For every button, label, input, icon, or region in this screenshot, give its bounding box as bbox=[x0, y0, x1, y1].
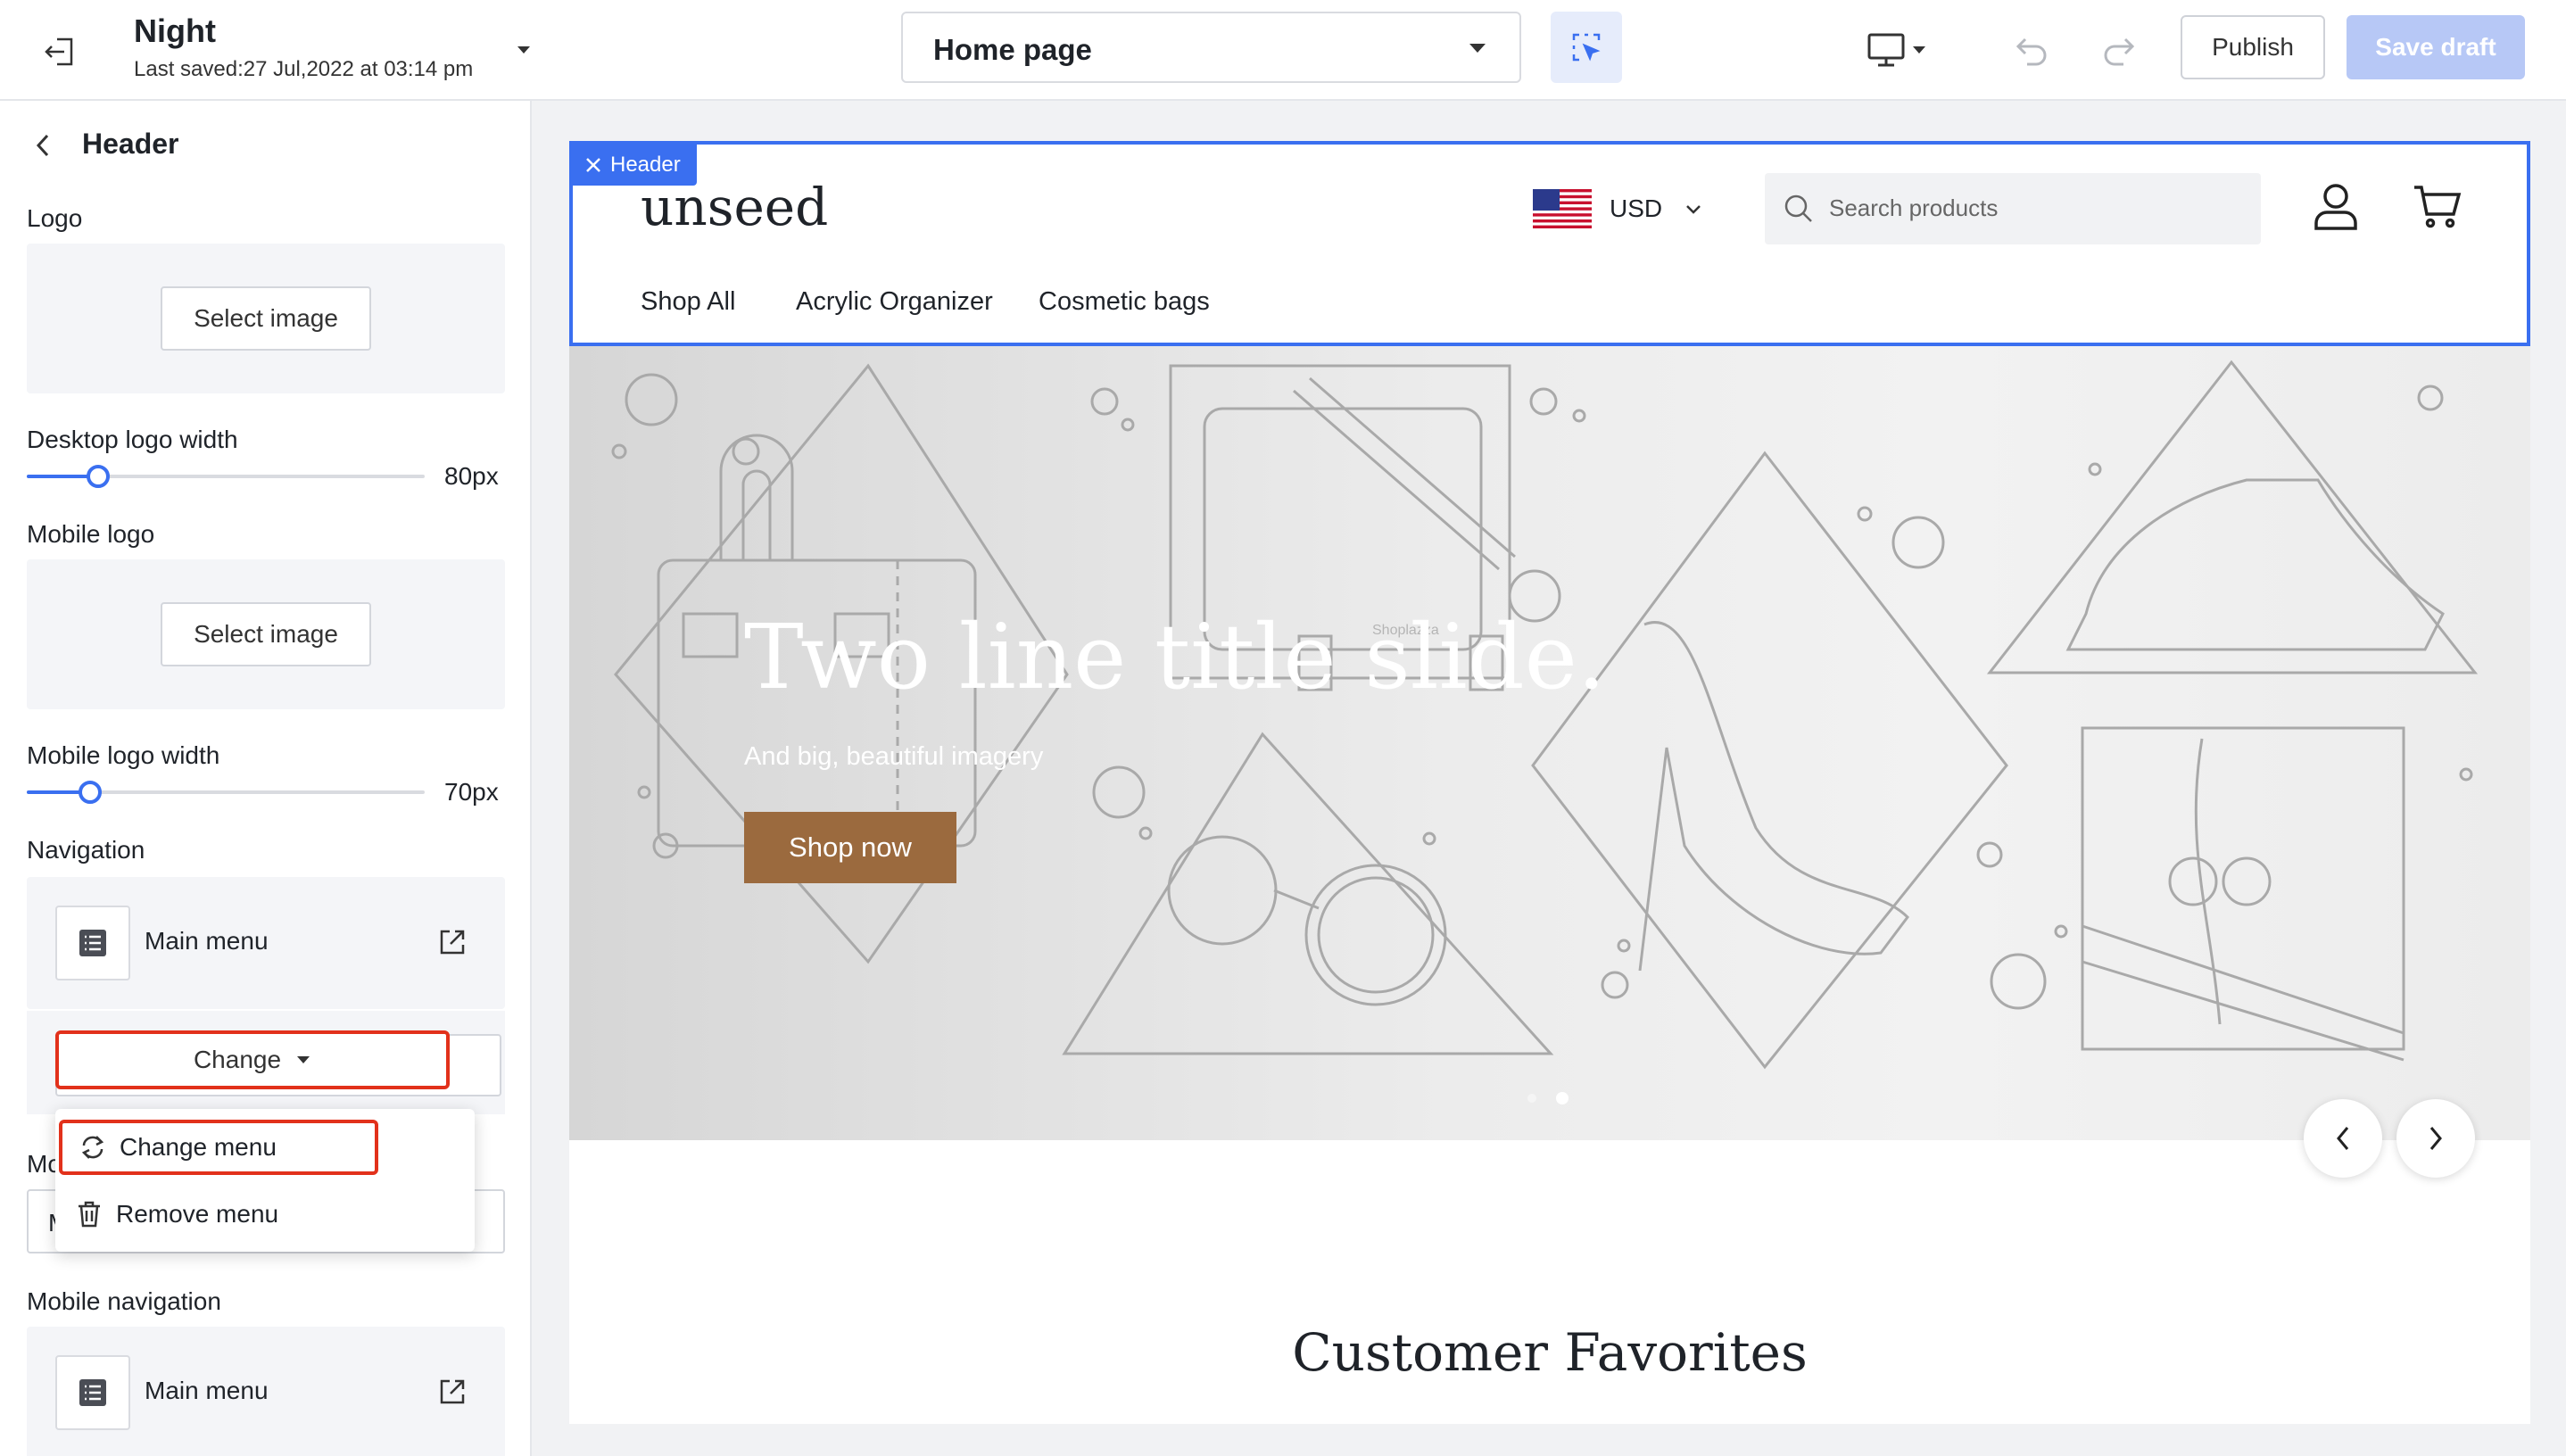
navigation-menu-name: Main menu bbox=[145, 927, 269, 955]
mobile-logo-width-label: Mobile logo width bbox=[27, 741, 220, 769]
search-placeholder: Search products bbox=[1829, 194, 1999, 221]
mobile-logo-width-slider[interactable] bbox=[27, 781, 425, 804]
currency-selector[interactable]: USD bbox=[1610, 194, 1662, 223]
menu-icon-box bbox=[55, 906, 130, 980]
redo-button[interactable] bbox=[2095, 27, 2141, 73]
mobile-logo-label: Mobile logo bbox=[27, 520, 155, 548]
back-button[interactable] bbox=[25, 128, 61, 163]
chevron-left-icon bbox=[2337, 1127, 2349, 1150]
external-link-icon[interactable] bbox=[437, 927, 468, 957]
next-slide-button[interactable] bbox=[2396, 1099, 2475, 1178]
select-logo-image-button[interactable]: Select image bbox=[161, 286, 371, 351]
customer-favorites-title: Customer Favorites bbox=[1292, 1322, 1808, 1383]
slide-dot-1[interactable] bbox=[1527, 1094, 1536, 1103]
external-link-icon[interactable] bbox=[437, 1377, 468, 1407]
hero-title: Two line title slide. bbox=[744, 605, 1606, 709]
nav-link-acrylic-organizer[interactable]: Acrylic Organizer bbox=[796, 287, 993, 317]
save-draft-button[interactable]: Save draft bbox=[2347, 15, 2525, 79]
undo-icon bbox=[2016, 37, 2047, 66]
mobile-navigation-label: Mobile navigation bbox=[27, 1287, 221, 1315]
prev-slide-button[interactable] bbox=[2304, 1099, 2382, 1178]
navigation-menu-card[interactable]: Main menu bbox=[27, 877, 505, 1009]
theme-name: Night bbox=[134, 12, 216, 49]
mobile-logo-image-box: Select image bbox=[27, 559, 505, 709]
slide-dot-2[interactable] bbox=[1556, 1092, 1569, 1104]
slider-thumb[interactable] bbox=[87, 465, 110, 488]
redo-icon bbox=[2104, 37, 2135, 66]
exit-button[interactable] bbox=[36, 27, 86, 77]
remove-menu-label: Remove menu bbox=[116, 1200, 279, 1228]
page-select[interactable]: Home page bbox=[901, 12, 1521, 83]
caret-down-icon[interactable] bbox=[516, 45, 532, 55]
page-select-value: Home page bbox=[933, 33, 1092, 66]
close-icon bbox=[586, 158, 600, 172]
inspect-icon bbox=[1572, 33, 1601, 62]
chevron-right-icon bbox=[2429, 1127, 2442, 1150]
nav-link-cosmetic-bags[interactable]: Cosmetic bags bbox=[1039, 287, 1210, 317]
settings-sidebar: Header Logo Select image Desktop logo wi… bbox=[0, 101, 532, 1456]
inspect-button[interactable] bbox=[1551, 12, 1622, 83]
select-mobile-logo-image-button[interactable]: Select image bbox=[161, 602, 371, 666]
caret-down-icon bbox=[1469, 44, 1486, 53]
trash-icon bbox=[79, 1201, 100, 1228]
shop-now-button[interactable]: Shop now bbox=[744, 812, 956, 883]
mobile-logo-width-value: 70px bbox=[444, 778, 499, 806]
change-menu-area: Change bbox=[27, 1011, 505, 1114]
logo-image-box: Select image bbox=[27, 244, 505, 393]
device-toggle-button[interactable] bbox=[1867, 25, 1938, 75]
store-preview: Shoplazza Two line title slide. And big,… bbox=[569, 141, 2530, 1424]
desktop-logo-width-value: 80px bbox=[444, 462, 499, 490]
last-saved-text: Last saved:27 Jul,2022 at 03:14 pm bbox=[134, 57, 474, 81]
change-button[interactable]: Change bbox=[55, 1030, 450, 1089]
change-dropdown-menu: Change menu Remove menu bbox=[55, 1109, 475, 1252]
menu-list-icon bbox=[79, 930, 106, 956]
publish-button[interactable]: Publish bbox=[2181, 15, 2325, 79]
chevron-left-icon bbox=[36, 134, 49, 157]
exit-icon bbox=[45, 37, 73, 66]
remove-menu-option[interactable]: Remove menu bbox=[75, 1187, 278, 1241]
nav-link-shop-all[interactable]: Shop All bbox=[641, 287, 735, 317]
chevron-down-icon[interactable] bbox=[1684, 203, 1702, 216]
undo-button[interactable] bbox=[2009, 27, 2056, 73]
desktop-logo-width-slider[interactable] bbox=[27, 465, 425, 488]
store-header-section[interactable]: Header unseed USD Search products Shop A… bbox=[569, 141, 2530, 346]
user-icon[interactable] bbox=[2313, 182, 2359, 232]
top-bar: Night Last saved:27 Jul,2022 at 03:14 pm… bbox=[0, 0, 2566, 101]
hero-slideshow[interactable]: Shoplazza Two line title slide. And big,… bbox=[569, 346, 2530, 1140]
change-button-label: Change bbox=[193, 1046, 282, 1073]
desktop-icon bbox=[1867, 33, 1905, 67]
mobile-navigation-menu-card[interactable]: Main menu bbox=[27, 1327, 505, 1456]
navigation-label: Navigation bbox=[27, 836, 145, 864]
change-menu-option[interactable]: Change menu bbox=[59, 1120, 378, 1175]
menu-list-icon bbox=[79, 1379, 106, 1406]
mobile-navigation-menu-name: Main menu bbox=[145, 1377, 269, 1404]
caret-down-icon bbox=[1913, 46, 1925, 54]
refresh-icon bbox=[81, 1136, 104, 1159]
sidebar-title: Header bbox=[82, 128, 179, 160]
cart-icon[interactable] bbox=[2413, 184, 2463, 228]
menu-icon-box bbox=[55, 1355, 130, 1430]
logo-label: Logo bbox=[27, 204, 83, 232]
search-icon bbox=[1784, 194, 1812, 222]
store-logo[interactable]: unseed bbox=[641, 177, 828, 237]
hero-subtitle: And big, beautiful imagery bbox=[744, 742, 1044, 771]
slider-thumb[interactable] bbox=[79, 781, 102, 804]
header-tag-label: Header bbox=[610, 153, 681, 177]
search-input[interactable]: Search products bbox=[1765, 173, 2261, 244]
caret-down-icon bbox=[297, 1056, 310, 1063]
desktop-logo-width-label: Desktop logo width bbox=[27, 426, 238, 453]
us-flag-icon[interactable] bbox=[1533, 189, 1592, 228]
change-menu-label: Change menu bbox=[120, 1133, 277, 1161]
